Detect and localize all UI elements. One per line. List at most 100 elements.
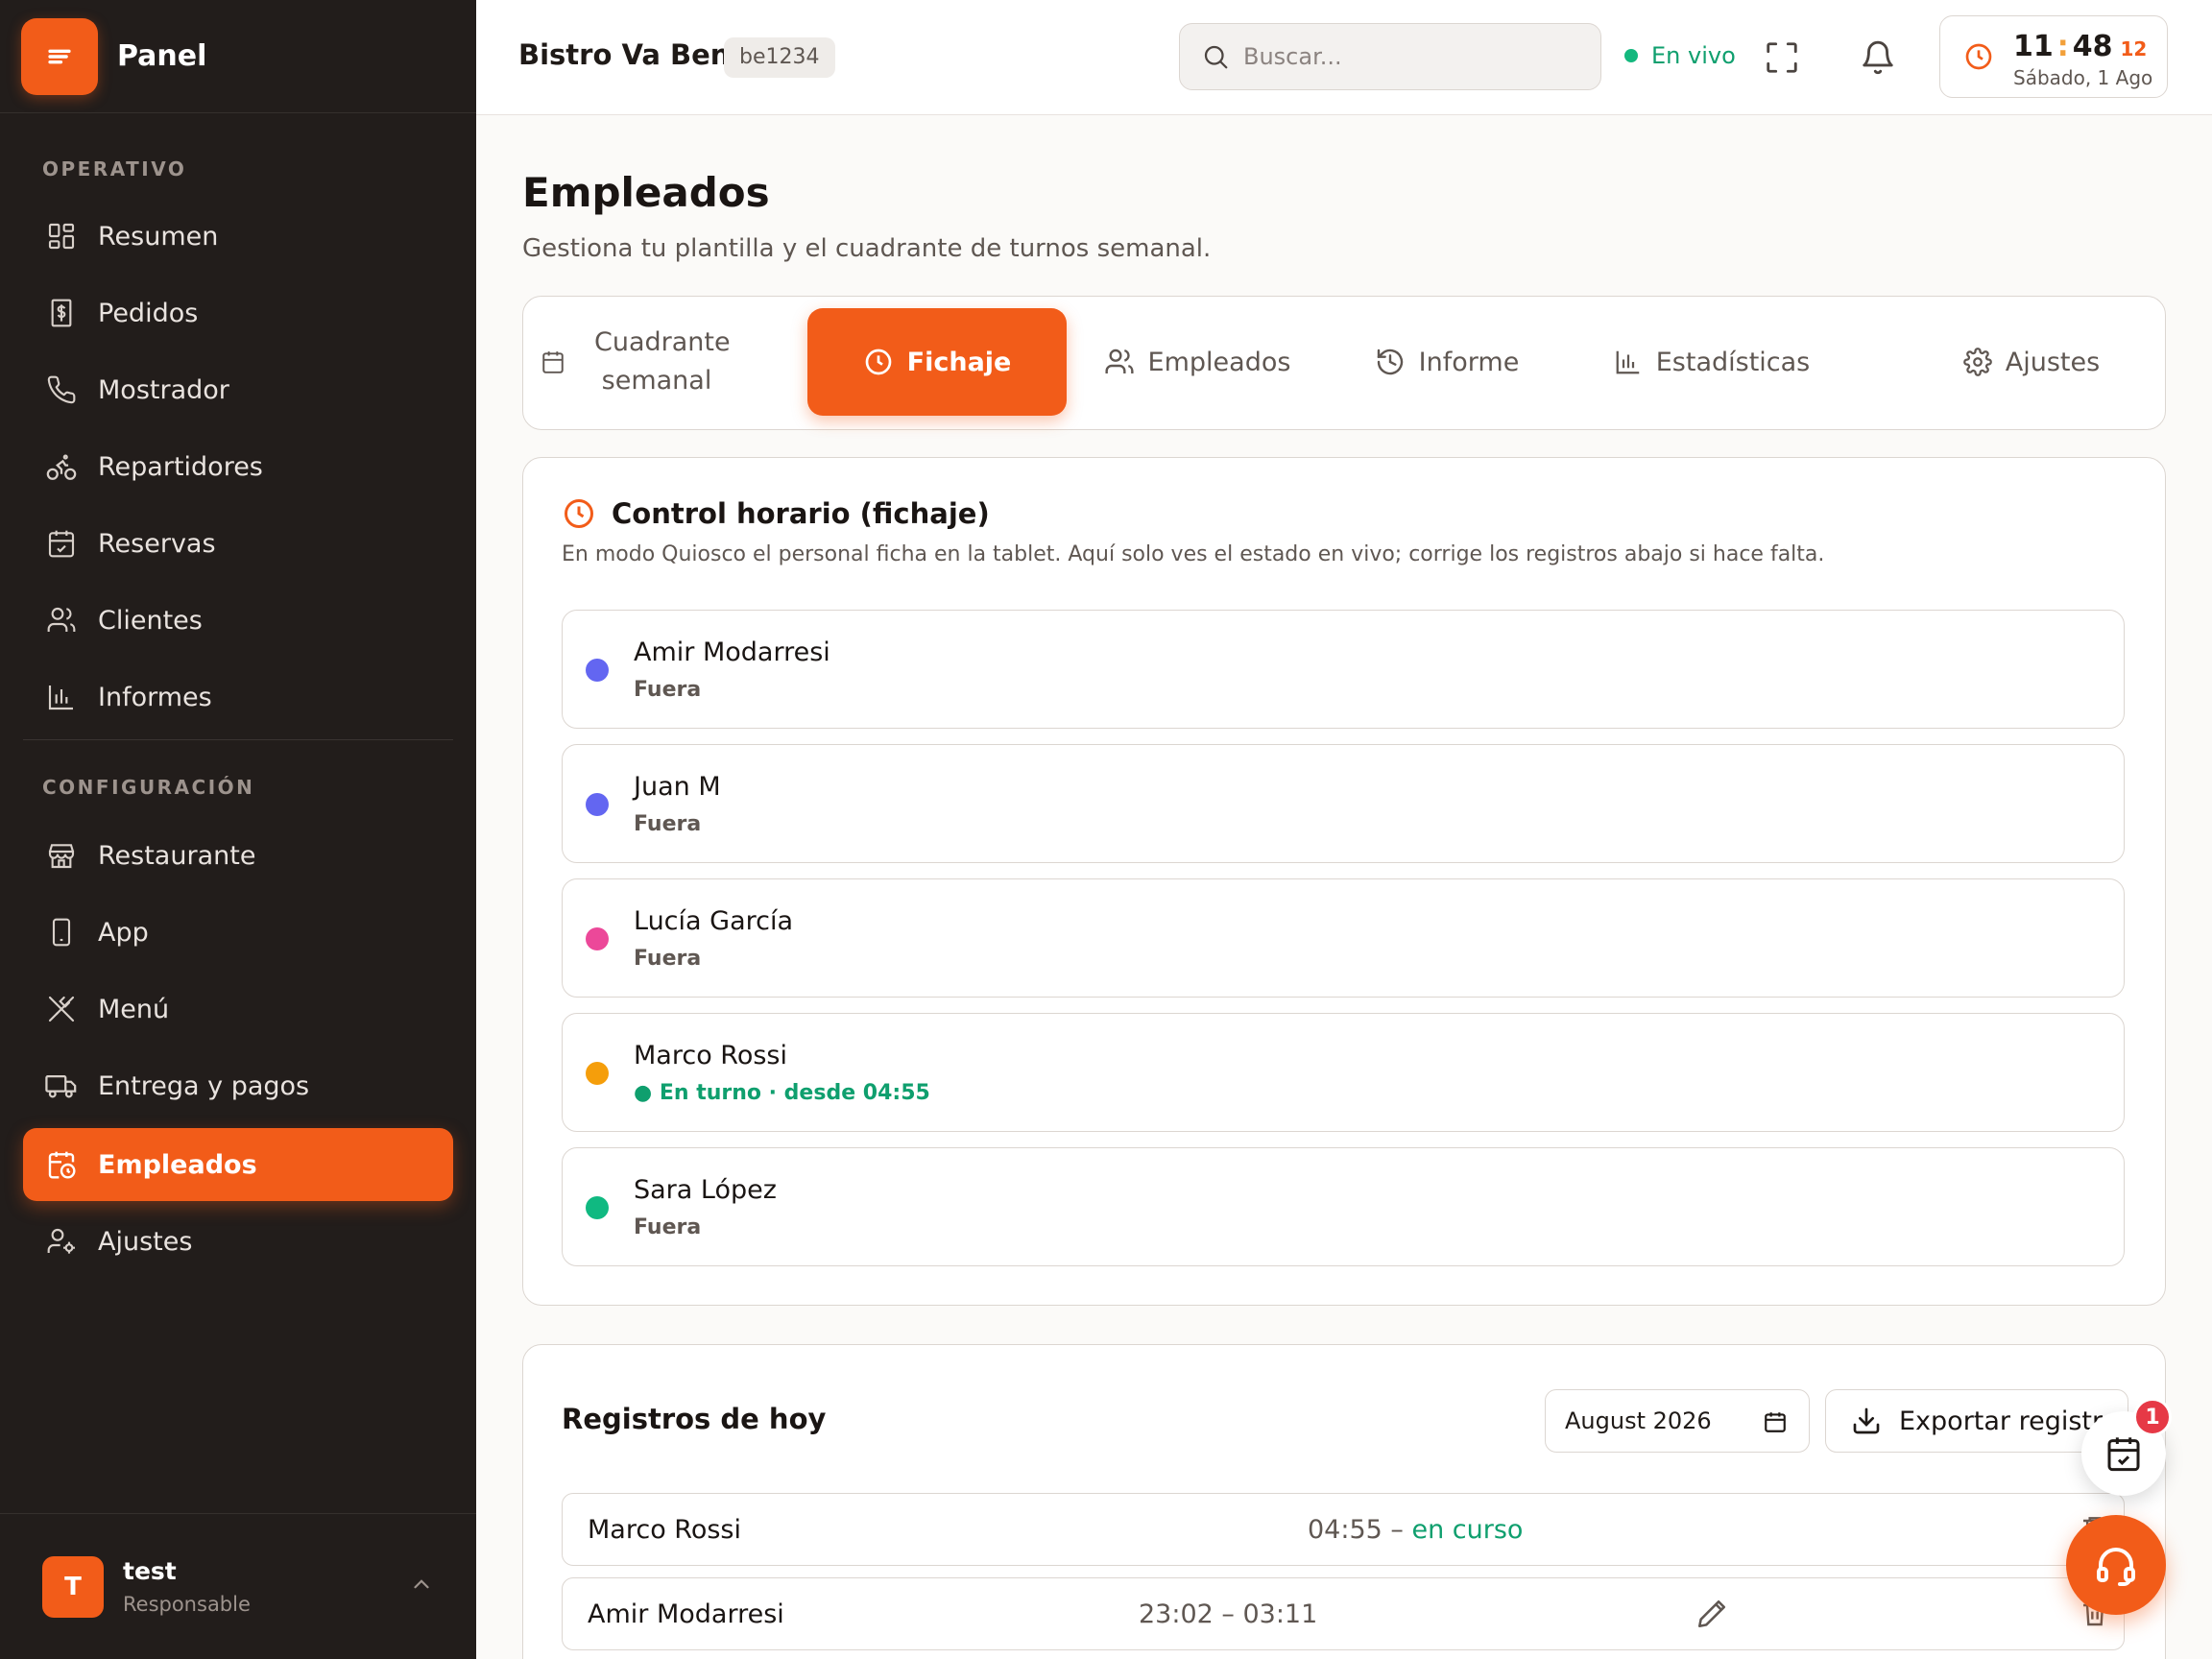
- employee-status: Fuera: [634, 812, 702, 836]
- sidebar-item-ajustes[interactable]: Ajustes: [23, 1205, 453, 1278]
- employee-name: Sara López: [634, 1175, 777, 1205]
- clock-icon: [1963, 41, 1994, 72]
- sidebar-item-entrega-pagos[interactable]: Entrega y pagos: [23, 1049, 453, 1122]
- clock-widget: 11:48 12 Sábado, 1 Ago: [1939, 15, 2168, 98]
- registros-title: Registros de hoy: [562, 1403, 827, 1435]
- user-name: test: [123, 1557, 177, 1585]
- sidebar-item-clientes[interactable]: Clientes: [23, 584, 453, 657]
- month-value: August 2026: [1565, 1407, 1712, 1434]
- support-fab[interactable]: [2066, 1515, 2166, 1615]
- sidebar-item-label: Repartidores: [98, 451, 263, 482]
- sidebar-item-informes[interactable]: Informes: [23, 661, 453, 733]
- sidebar-item-repartidores[interactable]: Repartidores: [23, 430, 453, 503]
- menu-lines-icon[interactable]: [21, 17, 98, 95]
- clock-separator: :: [2056, 30, 2069, 63]
- fichaje-card: Control horario (fichaje) En modo Quiosc…: [522, 457, 2166, 1306]
- sidebar-item-pedidos[interactable]: Pedidos: [23, 276, 453, 349]
- headset-icon: [2093, 1542, 2139, 1588]
- restaurant-id-badge: be1234: [724, 37, 835, 78]
- tab-fichaje[interactable]: Fichaje: [807, 308, 1067, 416]
- tab-label: Empleados: [1147, 347, 1291, 377]
- registro-row: Marco Rossi 04:55 – en curso: [562, 1493, 2125, 1566]
- registro-range: 23:02 – 03:11: [1139, 1599, 1318, 1629]
- employee-name: Amir Modarresi: [634, 637, 830, 667]
- smartphone-icon: [44, 915, 79, 950]
- tab-label: Informe: [1418, 347, 1520, 377]
- employee-color-dot: [586, 659, 609, 682]
- utensils-icon: [44, 992, 79, 1026]
- sidebar-item-label: Entrega y pagos: [98, 1070, 310, 1101]
- phone-icon: [44, 373, 79, 407]
- search-icon: [1201, 42, 1230, 71]
- sidebar-item-label: Mostrador: [98, 374, 229, 405]
- sidebar-item-label: Informes: [98, 682, 212, 712]
- tab-ajustes[interactable]: Ajustes: [1940, 308, 2123, 416]
- employee-color-dot: [586, 1062, 609, 1085]
- tab-empleados[interactable]: Empleados: [1092, 308, 1303, 416]
- employee-row[interactable]: Marco Rossi ● En turno · desde 04:55: [562, 1013, 2125, 1132]
- restaurant-name: Bistro Va Bene: [518, 38, 750, 71]
- sidebar-item-label: Ajustes: [98, 1226, 193, 1257]
- tab-label: Ajustes: [2005, 347, 2101, 377]
- tab-informe[interactable]: Informe: [1351, 308, 1543, 416]
- tab-bar: Cuadrante semanal Fichaje Empleados Info…: [522, 296, 2166, 430]
- user-role: Responsable: [123, 1593, 251, 1616]
- employee-name: Marco Rossi: [634, 1041, 787, 1070]
- bell-icon[interactable]: [1857, 36, 1899, 79]
- month-picker[interactable]: August 2026: [1545, 1389, 1810, 1453]
- user-profile[interactable]: T test Responsable: [0, 1513, 476, 1659]
- section-label-configuracion: CONFIGURACIÓN: [42, 776, 255, 799]
- calendar-icon[interactable]: [1763, 1409, 1788, 1434]
- live-status: En vivo: [1624, 42, 1736, 69]
- employee-color-dot: [586, 1196, 609, 1219]
- tab-label: Cuadrante semanal: [594, 327, 731, 396]
- employee-color-dot: [586, 793, 609, 816]
- registro-name: Marco Rossi: [588, 1515, 741, 1545]
- registro-name: Amir Modarresi: [588, 1599, 784, 1629]
- employee-row[interactable]: Amir Modarresi Fuera: [562, 610, 2125, 729]
- bike-icon: [44, 449, 79, 484]
- pencil-icon[interactable]: [1695, 1598, 1728, 1630]
- search-box[interactable]: [1179, 23, 1601, 90]
- fichaje-title-text: Control horario (fichaje): [612, 497, 990, 530]
- gear-icon: [1962, 348, 1992, 376]
- top-bar: Bistro Va Bene be1234 En vivo 11:48 12 Sá…: [476, 0, 2212, 115]
- chevron-up-icon[interactable]: [409, 1572, 434, 1597]
- tab-estadisticas[interactable]: Estadísticas: [1597, 308, 1827, 416]
- registro-status: en curso: [1411, 1515, 1524, 1545]
- search-input[interactable]: [1243, 43, 1570, 70]
- clock-seconds: 12: [2120, 37, 2148, 60]
- sidebar-item-restaurante[interactable]: Restaurante: [23, 819, 453, 892]
- bar-chart-icon: [44, 680, 79, 714]
- employee-color-dot: [586, 927, 609, 950]
- fichaje-description: En modo Quiosco el personal ficha en la …: [562, 542, 1825, 566]
- clock-date: Sábado, 1 Ago: [2013, 66, 2153, 89]
- sidebar-item-app[interactable]: App: [23, 896, 453, 969]
- sidebar-item-resumen[interactable]: Resumen: [23, 200, 453, 273]
- page-title: Empleados: [522, 169, 770, 216]
- sidebar: Panel OPERATIVO Resumen Pedidos Mostrado…: [0, 0, 476, 1659]
- sidebar-item-empleados[interactable]: Empleados: [23, 1128, 453, 1201]
- tab-cuadrante-semanal[interactable]: Cuadrante semanal: [542, 308, 731, 416]
- notification-badge: 1: [2133, 1398, 2172, 1436]
- registro-start: 04:55 –: [1308, 1515, 1412, 1545]
- sidebar-item-label: Pedidos: [98, 298, 199, 328]
- clock-time: 11:48 12: [2013, 30, 2147, 63]
- sidebar-item-reservas[interactable]: Reservas: [23, 507, 453, 580]
- sidebar-divider: [23, 739, 453, 740]
- employee-row[interactable]: Juan M Fuera: [562, 744, 2125, 863]
- live-dot: [1624, 49, 1638, 62]
- sidebar-item-mostrador[interactable]: Mostrador: [23, 353, 453, 426]
- sidebar-item-label: Clientes: [98, 605, 203, 636]
- fullscreen-icon[interactable]: [1761, 36, 1803, 79]
- brand-title: Panel: [117, 39, 207, 73]
- history-icon: [1375, 347, 1406, 377]
- calendar-clock-icon: [44, 1147, 79, 1182]
- sidebar-item-label: Menú: [98, 994, 170, 1024]
- employee-row[interactable]: Sara López Fuera: [562, 1147, 2125, 1266]
- employee-row[interactable]: Lucía García Fuera: [562, 878, 2125, 998]
- sidebar-item-menu[interactable]: Menú: [23, 973, 453, 1046]
- employee-name: Lucía García: [634, 906, 794, 936]
- truck-icon: [44, 1069, 79, 1103]
- live-label: En vivo: [1651, 42, 1736, 69]
